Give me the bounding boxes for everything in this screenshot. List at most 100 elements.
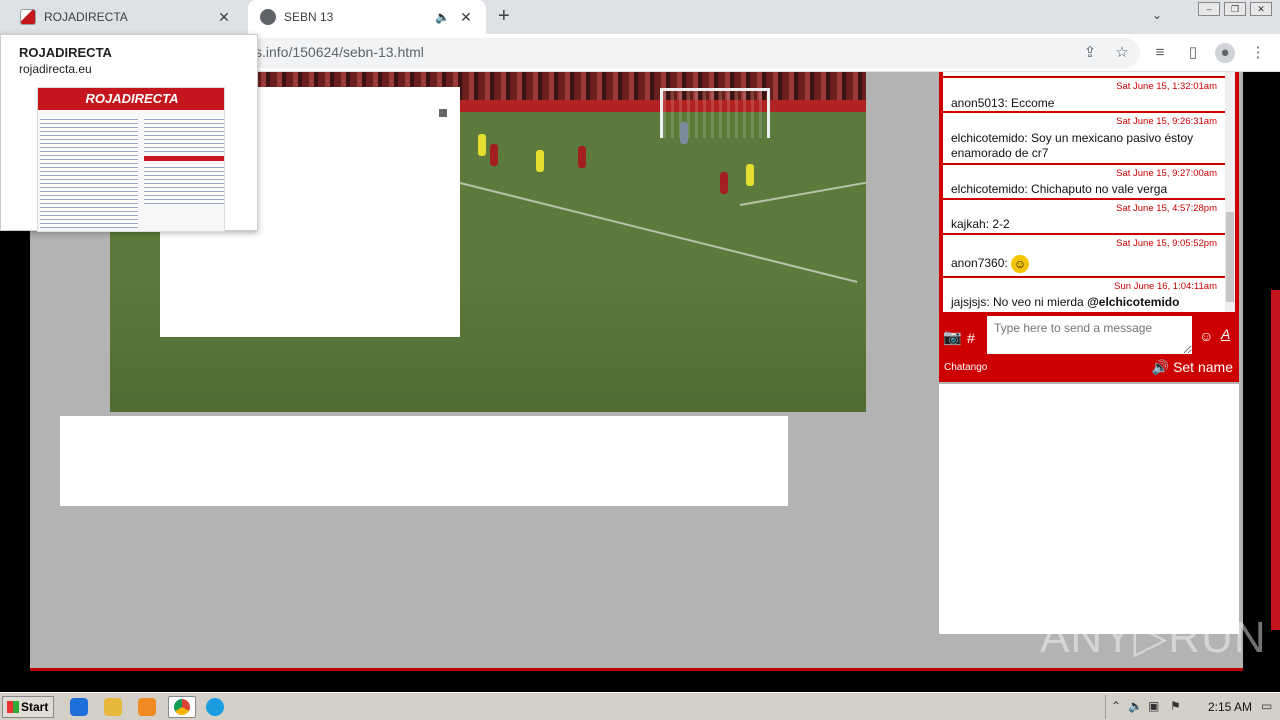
- goal-net: [660, 88, 770, 138]
- chat-message-input[interactable]: [987, 316, 1192, 354]
- message-text: jajsjsjs: No veo ni mierda @elchicotemid…: [951, 295, 1219, 310]
- media-player-icon[interactable]: [138, 698, 156, 716]
- rojadirecta-logo: ROJADIRECTA: [38, 88, 224, 110]
- side-red-strip: [1271, 290, 1280, 630]
- hashtag-icon[interactable]: #: [967, 330, 975, 346]
- message-time: Sat June 15, 9:05:52pm: [1116, 238, 1217, 249]
- start-label: Start: [21, 700, 49, 714]
- pitch-line: [739, 181, 866, 206]
- tab-sebn-13[interactable]: SEBN 13 🔈 ✕: [248, 0, 486, 34]
- tab-strip: ROJADIRECTA ✕ SEBN 13 🔈 ✕ + ⌄ – ❐ ✕: [0, 0, 1280, 34]
- thumb-links-list: [144, 116, 224, 152]
- message-mention[interactable]: @elchicotemido: [1087, 295, 1179, 309]
- restore-button[interactable]: ❐: [1224, 2, 1246, 16]
- chatango-brand[interactable]: Chatango: [944, 362, 987, 373]
- chat-messages: Sat June 15, 1:32:01am anon5013: Eccome …: [943, 72, 1225, 312]
- chat-message: Sun June 16, 1:04:11am jajsjsjs: No veo …: [943, 278, 1225, 312]
- preview-thumbnail: ROJADIRECTA: [37, 87, 225, 232]
- chat-input-row: 📷 # ☺ A: [939, 316, 1239, 356]
- message-time: Sat June 15, 1:32:01am: [1116, 81, 1217, 92]
- player: [536, 150, 544, 172]
- chat-scrollbar-thumb[interactable]: [1226, 212, 1234, 302]
- set-name-button[interactable]: 🔊 Set name: [1152, 359, 1233, 376]
- chat-message: Sat June 15, 1:32:01am anon5013: Eccome: [943, 78, 1225, 113]
- system-tray: ⌃ 🔈 ▣ ⚑ ▭: [1105, 695, 1280, 719]
- close-icon[interactable]: ✕: [456, 9, 476, 26]
- thumb-links-list: [144, 164, 224, 204]
- message-text: elchicotemido: Soy un mexicano pasivo és…: [951, 131, 1194, 160]
- new-tab-button[interactable]: +: [498, 5, 510, 28]
- menu-dots-icon[interactable]: ⋮: [1248, 43, 1268, 63]
- url-text[interactable]: s.info/150624/sebn-13.html: [255, 44, 424, 60]
- message-time: Sat June 15, 9:27:00am: [1116, 168, 1217, 179]
- player: [490, 144, 498, 166]
- edge-icon[interactable]: [206, 698, 224, 716]
- start-button[interactable]: Start: [2, 696, 54, 718]
- windows-taskbar: Start ⌃ 🔈 ▣ ⚑ ▭ 2:15 AM: [0, 692, 1280, 720]
- message-text: elchicotemido: Chichaputo no vale verga: [951, 182, 1168, 196]
- player: [578, 146, 586, 168]
- tab-title: ROJADIRECTA: [44, 10, 128, 24]
- chat-message: Sat June 15, 9:27:00am elchicotemido: Ch…: [943, 165, 1225, 200]
- set-name-label: Set name: [1173, 359, 1233, 375]
- internet-explorer-icon[interactable]: [70, 698, 88, 716]
- smiley-emoji-icon: ☺: [1011, 255, 1030, 273]
- camera-icon[interactable]: 📷: [943, 328, 962, 346]
- player: [746, 164, 754, 186]
- player: [720, 172, 728, 194]
- message-text: kajkah: 2-2: [951, 217, 1010, 231]
- tab-hover-preview: ROJADIRECTA rojadirecta.eu ROJADIRECTA: [0, 34, 258, 232]
- minimize-button[interactable]: –: [1198, 2, 1220, 16]
- rojadirecta-favicon-icon: [20, 9, 36, 25]
- message-time: Sat June 15, 4:57:28pm: [1116, 203, 1217, 214]
- emoji-icon[interactable]: ☺: [1199, 328, 1213, 344]
- message-time: Sun June 16, 1:04:11am: [1114, 281, 1217, 292]
- message-time: Sat June 15, 9:26:31am: [1116, 116, 1217, 127]
- file-explorer-icon[interactable]: [104, 698, 122, 716]
- player: [478, 134, 486, 156]
- taskbar-clock[interactable]: 2:15 AM: [1208, 700, 1252, 714]
- thumb-header-bar: [144, 156, 224, 161]
- blank-ad-panel: [939, 384, 1239, 634]
- anyrun-watermark: ANY▷RUN: [1040, 613, 1267, 662]
- message-body: jajsjsjs: No veo ni mierda: [951, 295, 1088, 309]
- message-text: anon5013: Eccome: [951, 96, 1055, 110]
- profile-avatar-icon[interactable]: ●: [1215, 43, 1235, 63]
- show-desktop-icon[interactable]: ▭: [1261, 699, 1272, 713]
- thumb-event-list: [40, 116, 138, 228]
- tab-title: SEBN 13: [284, 10, 334, 24]
- speaker-icon[interactable]: 🔊: [1152, 359, 1169, 375]
- chat-message: Sat June 15, 9:05:52pm anon7360: ☺: [943, 235, 1225, 278]
- chat-widget: Sat June 15, 1:32:01am anon5013: Eccome …: [939, 72, 1239, 382]
- media-control-icon[interactable]: ≡: [1150, 43, 1170, 63]
- network-icon[interactable]: ▣: [1148, 699, 1159, 713]
- preview-domain: rojadirecta.eu: [19, 62, 92, 76]
- chevron-down-icon[interactable]: ⌄: [1152, 8, 1162, 22]
- volume-icon[interactable]: 🔈: [1128, 699, 1143, 713]
- preview-title: ROJADIRECTA: [19, 45, 112, 60]
- bookmark-star-icon[interactable]: ☆: [1112, 43, 1132, 63]
- share-icon[interactable]: ⇪: [1080, 43, 1100, 63]
- side-panel-icon[interactable]: ▯: [1183, 43, 1203, 63]
- message-text: anon7360: ☺: [951, 255, 1219, 273]
- show-hidden-icons-icon[interactable]: ⌃: [1111, 699, 1121, 713]
- window-controls: – ❐ ✕: [1198, 2, 1272, 16]
- globe-icon: [260, 9, 276, 25]
- font-style-icon[interactable]: A: [1221, 326, 1230, 342]
- close-icon[interactable]: ✕: [214, 9, 234, 26]
- chat-message: Sat June 15, 9:26:31am elchicotemido: So…: [943, 113, 1225, 165]
- chrome-taskbar-button[interactable]: [168, 696, 196, 718]
- action-center-flag-icon[interactable]: ⚑: [1170, 699, 1181, 713]
- ad-banner[interactable]: [60, 416, 788, 506]
- windows-logo-icon: [7, 701, 19, 713]
- chrome-icon: [174, 699, 190, 715]
- close-window-button[interactable]: ✕: [1250, 2, 1272, 16]
- message-user: anon7360:: [951, 256, 1008, 271]
- speaker-icon[interactable]: 🔈: [435, 10, 450, 24]
- chat-message: Sat June 15, 4:57:28pm kajkah: 2-2: [943, 200, 1225, 235]
- footer-red-line: [30, 668, 1243, 671]
- pitch-line: [439, 177, 858, 283]
- close-icon[interactable]: [439, 109, 447, 117]
- tab-rojadirecta[interactable]: ROJADIRECTA ✕: [8, 0, 244, 34]
- goalkeeper: [680, 122, 688, 144]
